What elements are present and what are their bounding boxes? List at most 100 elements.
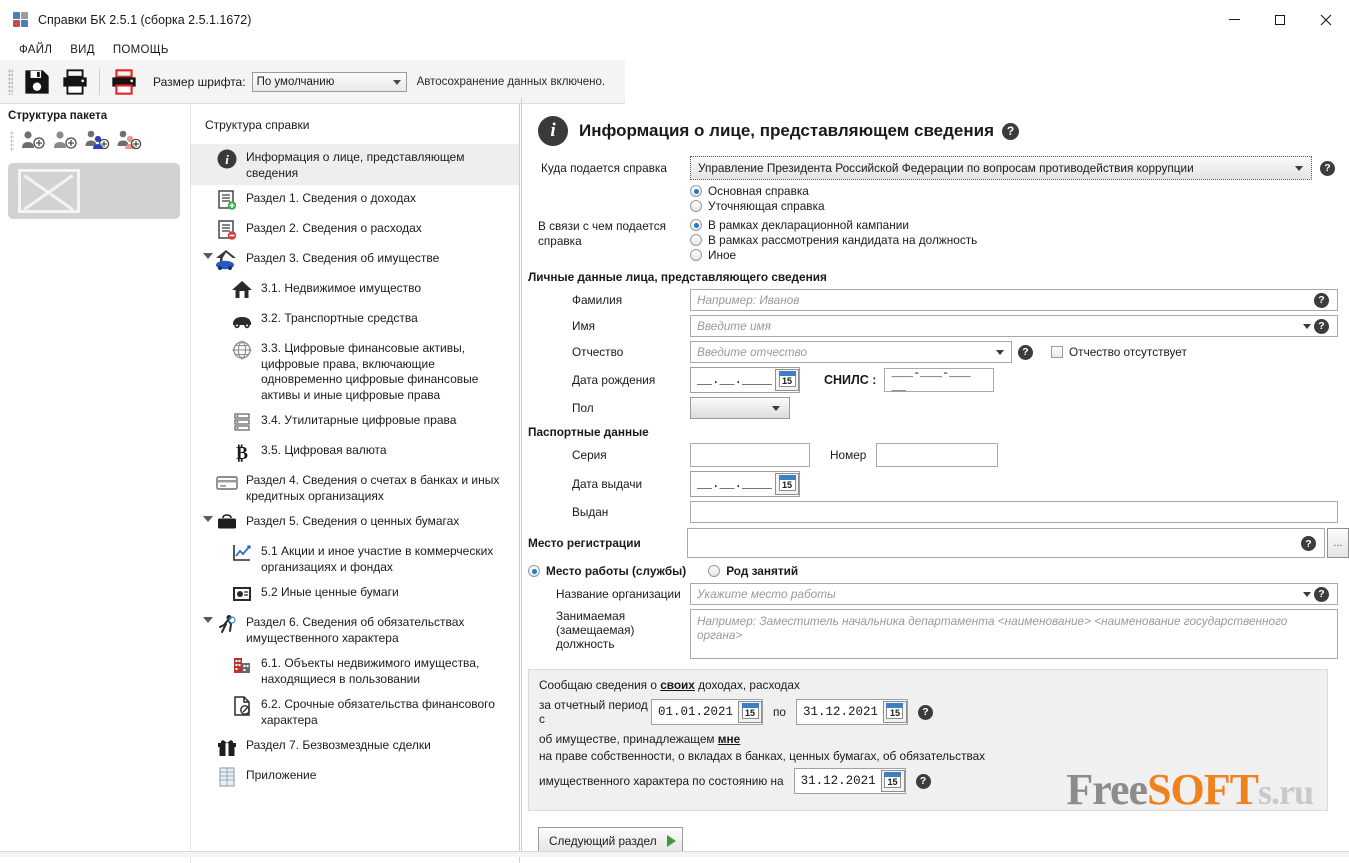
where-select[interactable]: Управление Президента Российской Федерац… [690, 156, 1312, 180]
tree-item-0[interactable]: i Информация о лице, представляющем сведе… [191, 144, 519, 185]
add-person-blue-button[interactable] [83, 129, 113, 153]
series-input[interactable] [690, 443, 810, 467]
calendar-icon[interactable]: 15 [882, 701, 907, 723]
chevron-down-icon[interactable] [1303, 324, 1311, 329]
tree-item-13[interactable]: Раздел 6. Сведения об обязательствах иму… [191, 609, 519, 650]
tree-item-17[interactable]: Приложение [191, 762, 519, 792]
patronymic-input[interactable]: Введите отчество [690, 341, 1012, 363]
add-person-red-button[interactable] [115, 129, 145, 153]
tree-expander[interactable] [201, 516, 214, 522]
calendar-icon[interactable]: 15 [775, 473, 799, 495]
org-input[interactable]: Укажите место работы [690, 583, 1338, 605]
calendar-icon[interactable]: 15 [880, 770, 905, 792]
period-asof-label: имущественного характера по состоянию на [539, 774, 784, 788]
period-line-1-emphasis: своих [660, 678, 695, 692]
no-patronymic-checkbox[interactable] [1051, 346, 1063, 358]
tree-item-15[interactable]: 6.2. Срочные обязательства финансового х… [191, 691, 519, 732]
toolbar-grip[interactable] [8, 68, 13, 95]
package-placeholder[interactable] [8, 163, 180, 219]
menu-view[interactable]: ВИД [61, 42, 104, 58]
help-icon-where[interactable]: ? [1320, 160, 1335, 176]
tree-item-10[interactable]: Раздел 5. Сведения о ценных бумагах [191, 508, 519, 538]
help-icon-registration[interactable]: ? [1301, 536, 1316, 551]
print-red-button[interactable] [105, 63, 143, 101]
period-to-input[interactable]: 31.12.2021 15 [795, 699, 908, 725]
close-button[interactable] [1303, 0, 1349, 40]
surname-input[interactable]: Например: Иванов [690, 289, 1338, 311]
tree-item-label: 6.2. Срочные обязательства финансового х… [261, 697, 495, 727]
tree-item-1[interactable]: Раздел 1. Сведения о доходах [191, 185, 519, 215]
position-label-line-2: (замещаемая) [556, 623, 635, 637]
help-icon-period[interactable]: ? [917, 704, 933, 720]
tree-item-12[interactable]: 5.2 Иные ценные бумаги [191, 579, 519, 609]
tree-expander[interactable] [201, 253, 214, 259]
tree-item-6[interactable]: 3.3. Цифровые финансовые активы, цифровы… [191, 335, 519, 407]
tree-item-7[interactable]: 3.4. Утилитарные цифровые права [191, 407, 519, 437]
document-pen-icon [229, 695, 255, 717]
issue-date-input[interactable]: __.__.____ 15 [690, 471, 800, 497]
tree-item-8[interactable]: ₿ 3.5. Цифровая валюта [191, 437, 519, 467]
period-line-3-pre: об имуществе, принадлежащем [539, 732, 718, 746]
tree-item-2[interactable]: Раздел 2. Сведения о расходах [191, 215, 519, 245]
chevron-down-icon[interactable] [996, 350, 1004, 355]
radio-workplace[interactable] [528, 565, 540, 577]
radio-occupation[interactable] [708, 565, 721, 577]
font-size-select[interactable]: По умолчанию [251, 71, 407, 92]
issued-by-label: Выдан [572, 505, 609, 519]
position-input[interactable]: Например: Заместитель начальника департа… [690, 609, 1338, 659]
minimize-button[interactable] [1211, 0, 1257, 40]
issued-by-input[interactable] [690, 501, 1338, 523]
tree-item-9[interactable]: Раздел 4. Сведения о счетах в банках и и… [191, 467, 519, 508]
add-person-button-1[interactable] [19, 129, 49, 153]
add-person-button-2[interactable] [51, 129, 81, 153]
radio-candidate-review[interactable] [690, 234, 702, 246]
period-from-input[interactable]: 01.01.2021 15 [651, 699, 763, 725]
calendar-icon[interactable]: 15 [775, 369, 799, 391]
chevron-down-icon[interactable] [1303, 592, 1311, 597]
house-car-icon [214, 249, 240, 271]
number-input[interactable] [876, 443, 999, 467]
package-structure-title: Структура пакета [8, 110, 108, 122]
firstname-input[interactable]: Введите имя [690, 315, 1338, 337]
save-button[interactable] [18, 63, 56, 101]
period-from-value: 01.01.2021 [652, 700, 738, 724]
tree-item-16[interactable]: Раздел 7. Безвозмездные сделки [191, 732, 519, 762]
radio-clarifying-certificate[interactable] [690, 200, 702, 212]
snils-input[interactable]: ___-___-___ __ [884, 366, 995, 394]
registration-input[interactable]: ? [687, 528, 1325, 558]
period-to-label: по [773, 705, 786, 719]
birthdate-input[interactable]: __.__.____ 15 [690, 367, 800, 393]
help-icon-title[interactable]: ? [1002, 122, 1020, 140]
print-button[interactable] [56, 63, 94, 101]
help-icon-org[interactable]: ? [1314, 586, 1329, 602]
radio-declaration-campaign[interactable] [690, 219, 702, 231]
radio-declaration-campaign-label: В рамках декларационной кампании [708, 218, 909, 232]
radio-other[interactable] [690, 249, 702, 261]
calendar-icon[interactable]: 15 [738, 701, 762, 723]
help-icon-firstname[interactable]: ? [1314, 318, 1329, 334]
menu-help[interactable]: ПОМОЩЬ [104, 42, 178, 58]
period-line-1-post: доходах, расходах [694, 678, 800, 692]
maximize-button[interactable] [1257, 0, 1303, 40]
tree-item-label: Раздел 5. Сведения о ценных бумагах [246, 514, 460, 528]
radio-main-certificate[interactable] [690, 185, 702, 197]
package-toolbar-grip[interactable] [10, 131, 14, 151]
help-icon-surname[interactable]: ? [1314, 292, 1329, 308]
number-label: Номер [830, 448, 867, 462]
help-icon-asof[interactable]: ? [915, 773, 931, 789]
registration-browse-button[interactable]: ... [1327, 528, 1349, 558]
next-section-button[interactable]: Следующий раздел [538, 827, 683, 854]
help-icon-patronymic[interactable]: ? [1018, 344, 1033, 360]
gender-label: Пол [572, 401, 594, 415]
tree-item-14[interactable]: 6.1. Объекты недвижимого имущества, нахо… [191, 650, 519, 691]
tree-item-3[interactable]: Раздел 3. Сведения об имуществе [191, 245, 519, 275]
tree-item-11[interactable]: 5.1 Акции и иное участие в коммерческих … [191, 538, 519, 579]
tree-item-4[interactable]: 3.1. Недвижимое имущество [191, 275, 519, 305]
gender-select[interactable] [690, 397, 790, 419]
tree-item-5[interactable]: 3.2. Транспортные средства [191, 305, 519, 335]
position-placeholder: Например: Заместитель начальника департа… [697, 614, 1288, 642]
period-asof-input[interactable]: 31.12.2021 15 [793, 768, 906, 794]
certificate-structure-panel: Структура справки i Информация о лице, пр… [190, 104, 520, 863]
menu-file[interactable]: ФАЙЛ [10, 42, 61, 58]
tree-expander[interactable] [201, 617, 214, 623]
